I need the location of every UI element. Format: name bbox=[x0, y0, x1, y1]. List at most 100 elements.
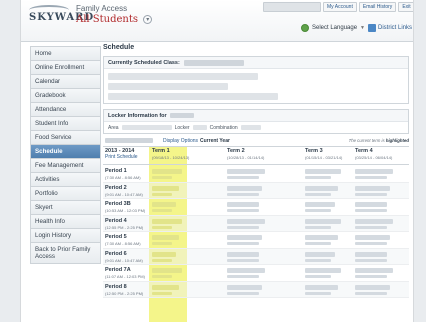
current-class-box: Currently Scheduled Class: bbox=[103, 56, 409, 104]
course-cell-redacted bbox=[152, 268, 182, 273]
course-cell-redacted bbox=[227, 258, 259, 262]
sidebar-item-login-history[interactable]: Login History bbox=[30, 229, 101, 243]
course-cell-redacted bbox=[355, 225, 387, 229]
table-row: Period 4 (12:55 PM - 2:25 PM) bbox=[103, 215, 409, 232]
current-year-label: Current Year bbox=[200, 137, 230, 144]
course-cell-redacted bbox=[152, 291, 172, 295]
student-selector[interactable]: All Students ▾ bbox=[76, 14, 153, 25]
table-row: Period 5 (7:30 AM - 8:56 AM) bbox=[103, 232, 409, 249]
student-name-redacted bbox=[105, 138, 153, 143]
course-cell-redacted bbox=[227, 242, 259, 245]
sidebar-item-health-info[interactable]: Health Info bbox=[30, 215, 101, 229]
sidebar-item-food-service[interactable]: Food Service bbox=[30, 131, 101, 145]
language-selector[interactable]: Select Language ▼ District Links bbox=[301, 24, 412, 32]
course-cell-redacted bbox=[227, 218, 265, 224]
term-2-header: Term 2 bbox=[227, 148, 245, 154]
period-name: Period 6 bbox=[105, 250, 127, 257]
sidebar-item-back-to-prior[interactable]: Back to Prior Family Access bbox=[30, 243, 101, 264]
sidebar-item-home[interactable]: Home bbox=[30, 46, 101, 61]
sidebar-item-student-info[interactable]: Student Info bbox=[30, 117, 101, 131]
course-cell-redacted bbox=[152, 275, 172, 278]
period-name: Period 4 bbox=[105, 217, 127, 224]
sidebar-item-portfolio[interactable]: Portfolio bbox=[30, 187, 101, 201]
period-name: Period 3B bbox=[105, 201, 131, 207]
sidebar: Home Online Enrollment Calendar Gradeboo… bbox=[30, 46, 101, 264]
sidebar-item-activities[interactable]: Activities bbox=[30, 173, 101, 187]
sidebar-item-calendar[interactable]: Calendar bbox=[30, 75, 101, 89]
my-account-link[interactable]: My Account bbox=[323, 2, 357, 12]
sidebar-item-skyert[interactable]: Skyert bbox=[30, 201, 101, 215]
course-cell-redacted bbox=[227, 185, 262, 191]
display-options-link[interactable]: Display Options bbox=[163, 138, 198, 144]
course-cell-redacted bbox=[355, 258, 387, 262]
course-cell-redacted bbox=[152, 202, 176, 207]
term-1-dates: (09/18/13 - 10/24/13) bbox=[152, 155, 190, 160]
table-row: Period 8 (12:50 PM - 2:25 PM) bbox=[103, 281, 409, 298]
course-cell-redacted bbox=[355, 268, 393, 273]
period-name: Period 5 bbox=[105, 234, 127, 240]
course-cell-redacted bbox=[355, 218, 393, 224]
table-row: Period 6 (9:01 AM - 10:47 AM) bbox=[103, 248, 409, 265]
course-cell-redacted bbox=[305, 258, 331, 262]
course-cell-redacted bbox=[305, 225, 331, 229]
term-1-header: Term 1 bbox=[152, 148, 170, 154]
table-row: Period 1 (7:30 AM - 8:56 AM) bbox=[103, 166, 409, 183]
course-cell-redacted bbox=[227, 251, 259, 257]
course-cell-redacted bbox=[227, 192, 259, 196]
term-2-dates: (10/28/13 - 01/14/14) bbox=[227, 155, 265, 160]
course-cell-redacted bbox=[227, 275, 259, 278]
chevron-down-icon[interactable]: ▾ bbox=[143, 15, 153, 24]
student-selector-label: All Students bbox=[76, 14, 139, 25]
course-cell-redacted bbox=[227, 235, 262, 240]
locker-box: Locker Information for Area Locker Combi… bbox=[103, 109, 409, 134]
class-details-redacted bbox=[104, 69, 408, 104]
course-cell-redacted bbox=[305, 284, 338, 290]
language-label: Select Language bbox=[312, 25, 358, 31]
period-time: (9:01 AM - 10:47 AM) bbox=[105, 191, 143, 197]
district-links[interactable]: District Links bbox=[368, 24, 412, 32]
course-cell-redacted bbox=[152, 209, 172, 212]
term-4-header: Term 4 bbox=[355, 148, 373, 154]
sidebar-item-online-enrollment[interactable]: Online Enrollment bbox=[30, 61, 101, 75]
course-cell-redacted bbox=[355, 185, 390, 191]
period-name: Period 2 bbox=[105, 184, 127, 191]
exit-link[interactable]: Exit bbox=[398, 2, 413, 12]
email-history-link[interactable]: Email History bbox=[358, 2, 397, 12]
course-cell-redacted bbox=[227, 209, 259, 212]
course-cell-redacted bbox=[227, 268, 265, 273]
period-time: (10:53 AM - 12:03 PM) bbox=[105, 208, 146, 213]
table-row: Period 7A (11:07 AM - 12:03 PM) bbox=[103, 265, 409, 282]
course-cell-redacted bbox=[152, 225, 172, 229]
print-schedule-link[interactable]: Print Schedule bbox=[105, 154, 138, 160]
course-cell-redacted bbox=[305, 202, 335, 207]
schedule-grid: 2013 - 2014 Print Schedule Term 1 (09/18… bbox=[103, 146, 409, 322]
app-title: Family Access bbox=[76, 4, 128, 13]
course-cell-redacted bbox=[152, 242, 172, 245]
course-cell-redacted bbox=[305, 185, 338, 191]
course-cell-redacted bbox=[152, 192, 172, 196]
table-row: Period 3B (10:53 AM - 12:03 PM) bbox=[103, 199, 409, 216]
sidebar-item-gradebook[interactable]: Gradebook bbox=[30, 89, 101, 103]
sidebar-item-schedule[interactable]: Schedule bbox=[30, 145, 101, 159]
sidebar-item-fee-management[interactable]: Fee Management bbox=[30, 159, 101, 173]
course-cell-redacted bbox=[355, 192, 387, 196]
globe-icon bbox=[301, 24, 309, 32]
course-cell-redacted bbox=[355, 242, 387, 245]
locker-heading: Locker Information for bbox=[104, 110, 408, 122]
term-3-header: Term 3 bbox=[305, 148, 323, 154]
course-cell-redacted bbox=[355, 235, 390, 240]
course-cell-redacted bbox=[152, 218, 182, 224]
district-links-label: District Links bbox=[378, 25, 413, 31]
term-3-dates: (01/15/14 - 03/21/14) bbox=[305, 155, 343, 160]
course-cell-redacted bbox=[152, 258, 172, 262]
period-name: Period 7A bbox=[105, 267, 131, 273]
course-cell-redacted bbox=[355, 209, 387, 212]
period-time: (9:01 AM - 10:47 AM) bbox=[105, 257, 143, 263]
course-cell-redacted bbox=[152, 284, 179, 290]
course-cell-redacted bbox=[227, 284, 262, 290]
locker-area-label: Area bbox=[108, 124, 119, 131]
schedule-header-row: 2013 - 2014 Print Schedule Term 1 (09/18… bbox=[103, 147, 409, 165]
course-cell-redacted bbox=[152, 251, 176, 257]
sidebar-item-attendance[interactable]: Attendance bbox=[30, 103, 101, 117]
top-links: My Account Email History Exit bbox=[263, 2, 413, 12]
